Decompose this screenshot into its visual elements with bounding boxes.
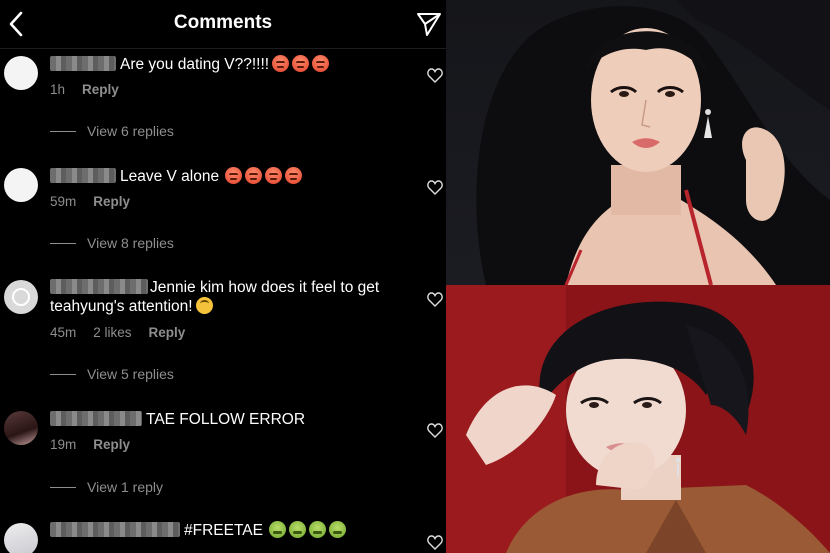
view-replies-label: View 1 reply (87, 479, 164, 495)
heart-icon[interactable] (427, 535, 443, 550)
view-replies-button[interactable]: View 6 replies (50, 123, 174, 139)
view-replies-button[interactable]: View 1 reply (50, 479, 163, 495)
heart-icon[interactable] (427, 68, 443, 83)
comment-time: 59m (50, 194, 77, 209)
blurred-username[interactable] (50, 279, 148, 294)
blurred-username[interactable] (50, 522, 180, 537)
taehyung-illustration (446, 285, 830, 553)
divider-line (50, 131, 76, 132)
comment-item: Leave V alone 59m Reply View 8 replies (0, 164, 446, 260)
comment-time: 1h (50, 82, 66, 97)
angry-emoji-icon (292, 55, 310, 72)
view-replies-label: View 8 replies (87, 235, 174, 251)
view-replies-button[interactable]: View 8 replies (50, 235, 174, 251)
comments-header: Comments (0, 0, 446, 49)
view-replies-label: View 6 replies (87, 123, 174, 139)
comment-item: #FREETAE (0, 519, 446, 553)
comment-item: Jennie kim how does it feel to get teahy… (0, 276, 446, 390)
avatar[interactable] (4, 411, 38, 445)
avatar[interactable] (4, 168, 38, 202)
comment-meta: 59m Reply (50, 194, 147, 209)
angry-emoji-icon (245, 167, 263, 184)
comment-item: TAE FOLLOW ERROR 19m Reply View 1 reply (0, 407, 446, 503)
reply-button[interactable]: Reply (149, 325, 186, 340)
comments-panel: Comments Are you dating V??!!!! 1h Reply … (0, 0, 446, 553)
comment-body: Leave V alone (120, 168, 220, 185)
nauseated-face-emoji-icon (328, 521, 346, 538)
comment-body: Are you dating V??!!!! (120, 56, 270, 73)
angry-emoji-icon (285, 167, 303, 184)
comment-text: Leave V alone (50, 167, 410, 186)
reply-button[interactable]: Reply (82, 82, 119, 97)
nauseated-face-emoji-icon (308, 521, 326, 538)
nauseated-face-emoji-icon (268, 521, 286, 538)
reply-button[interactable]: Reply (93, 437, 130, 452)
comment-body: TAE FOLLOW ERROR (146, 411, 306, 428)
blurred-username[interactable] (50, 56, 116, 71)
angry-emoji-icon (225, 167, 243, 184)
angry-emoji-icon (312, 55, 330, 72)
heart-icon[interactable] (427, 423, 443, 438)
comment-likes[interactable]: 2 likes (93, 325, 131, 340)
avatar[interactable] (4, 523, 38, 553)
avatar[interactable] (4, 56, 38, 90)
comment-text: #FREETAE (50, 521, 410, 540)
comment-text: TAE FOLLOW ERROR (50, 410, 410, 429)
jennie-photo (446, 0, 830, 285)
jennie-illustration (476, 0, 830, 285)
divider-line (50, 243, 76, 244)
heart-icon[interactable] (427, 292, 443, 307)
comment-meta: 19m Reply (50, 437, 147, 452)
reply-button[interactable]: Reply (93, 194, 130, 209)
comment-meta: 1h Reply (50, 82, 136, 97)
avatar[interactable] (4, 280, 38, 314)
view-replies-label: View 5 replies (87, 366, 174, 382)
taehyung-photo (446, 285, 830, 553)
blurred-username[interactable] (50, 168, 116, 183)
comment-time: 45m (50, 325, 77, 340)
view-replies-button[interactable]: View 5 replies (50, 366, 174, 382)
divider-line (50, 487, 76, 488)
comment-text: Are you dating V??!!!! (50, 55, 410, 74)
comment-time: 19m (50, 437, 77, 452)
angry-emoji-icon (265, 167, 283, 184)
paper-plane-icon[interactable] (416, 11, 442, 37)
comment-text: Jennie kim how does it feel to get teahy… (50, 278, 410, 316)
blurred-username[interactable] (50, 411, 142, 426)
comment-meta (50, 549, 137, 553)
comment-meta: 45m 2 likes Reply (50, 325, 202, 340)
nauseated-face-emoji-icon (288, 521, 306, 538)
divider-line (50, 374, 76, 375)
comment-body: #FREETAE (184, 522, 263, 539)
upside-down-face-emoji-icon (195, 297, 213, 314)
angry-emoji-icon (272, 55, 290, 72)
comment-item: Are you dating V??!!!! 1h Reply View 6 re… (0, 52, 446, 148)
page-title: Comments (173, 12, 273, 33)
heart-icon[interactable] (427, 180, 443, 195)
